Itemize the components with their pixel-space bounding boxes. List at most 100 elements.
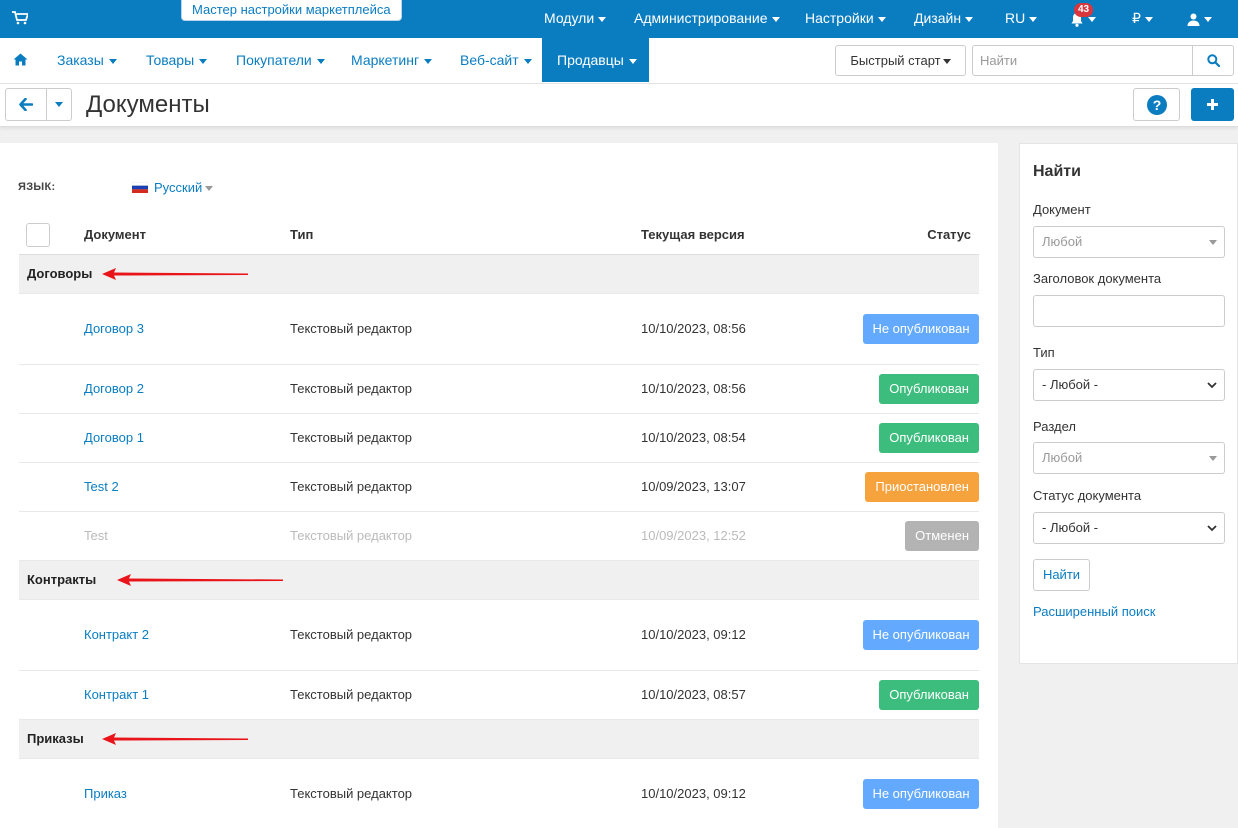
search-icon bbox=[1207, 54, 1220, 67]
status-badge[interactable]: Не опубликован bbox=[863, 313, 979, 344]
question-circle-icon: ? bbox=[1147, 95, 1167, 115]
status-badge[interactable]: Опубликован bbox=[879, 422, 979, 453]
nav-vendors[interactable]: Продавцы bbox=[542, 38, 649, 82]
caret-down-icon bbox=[965, 16, 974, 22]
nav-website[interactable]: Веб-сайт bbox=[460, 38, 532, 82]
nav-label: Покупатели bbox=[236, 52, 312, 68]
caret-down-icon bbox=[424, 58, 433, 64]
table-header-row: Документ Тип Текущая версия Статус bbox=[19, 216, 979, 255]
document-link[interactable]: Контракт 1 bbox=[84, 670, 290, 720]
menu-modules[interactable]: Модули bbox=[544, 0, 607, 38]
status-badge[interactable]: Не опубликован bbox=[863, 619, 979, 650]
user-icon bbox=[1187, 13, 1200, 26]
group-name: Приказы bbox=[27, 731, 84, 746]
type-filter-select[interactable]: - Любой - bbox=[1033, 369, 1225, 401]
marketplace-wizard-button[interactable]: Мастер настройки маркетплейса bbox=[181, 0, 402, 21]
sidebar-title: Найти bbox=[1033, 163, 1081, 180]
menu-label: Настройки bbox=[805, 10, 874, 26]
document-type: Текстовый редактор bbox=[290, 293, 641, 365]
col-document: Документ bbox=[84, 216, 290, 255]
document-version: 10/10/2023, 09:12 bbox=[641, 758, 841, 828]
row-spacer-cell bbox=[19, 670, 84, 720]
status-badge[interactable]: Приостановлен bbox=[865, 471, 979, 502]
document-link[interactable]: Договор 2 bbox=[84, 364, 290, 414]
status-badge[interactable]: Не опубликован bbox=[863, 778, 979, 809]
search-button[interactable] bbox=[1192, 45, 1234, 76]
heading-filter-input[interactable] bbox=[1033, 295, 1225, 327]
advanced-search-link[interactable]: Расширенный поиск bbox=[1033, 604, 1155, 619]
menu-label: Дизайн bbox=[914, 10, 962, 26]
document-link[interactable]: Контракт 2 bbox=[84, 599, 290, 671]
document-link[interactable]: Приказ bbox=[84, 758, 290, 828]
search-sidebar: Найти Документ Любой Заголовок документа… bbox=[1019, 143, 1238, 664]
document-link[interactable]: Договор 3 bbox=[84, 293, 290, 365]
document-type: Текстовый редактор bbox=[290, 670, 641, 720]
type-filter-value: - Любой - bbox=[1042, 377, 1099, 392]
row-spacer-cell bbox=[19, 462, 84, 512]
section-filter-select[interactable]: Любой bbox=[1033, 442, 1225, 474]
red-arrow-annotation-icon bbox=[102, 267, 248, 280]
back-button[interactable] bbox=[5, 88, 47, 121]
group-name: Контракты bbox=[27, 572, 97, 587]
home-icon[interactable] bbox=[13, 53, 28, 66]
document-version: 10/10/2023, 08:57 bbox=[641, 670, 841, 720]
status-cell: Не опубликован bbox=[841, 599, 979, 671]
nav-label: Заказы bbox=[57, 52, 104, 68]
document-type: Текстовый редактор bbox=[290, 364, 641, 414]
find-button[interactable]: Найти bbox=[1033, 559, 1090, 591]
chevron-down-icon bbox=[1207, 382, 1217, 389]
nav-marketing[interactable]: Маркетинг bbox=[351, 38, 433, 82]
document-version: 10/09/2023, 12:52 bbox=[641, 511, 841, 561]
menu-currency[interactable]: ₽ bbox=[1132, 0, 1153, 38]
status-badge[interactable]: Опубликован bbox=[879, 373, 979, 404]
menu-design[interactable]: Дизайн bbox=[914, 0, 974, 38]
caret-down-icon bbox=[1209, 456, 1217, 461]
red-arrow-annotation-icon bbox=[117, 573, 283, 586]
caret-down-icon bbox=[942, 59, 951, 65]
caret-down-icon bbox=[1029, 16, 1038, 22]
menu-user[interactable] bbox=[1187, 0, 1212, 38]
document-version: 10/10/2023, 08:54 bbox=[641, 413, 841, 463]
document-version: 10/09/2023, 13:07 bbox=[641, 462, 841, 512]
document-link[interactable]: Договор 1 bbox=[84, 413, 290, 463]
status-cell: Не опубликован bbox=[841, 758, 979, 828]
document-row: Контракт 1 Текстовый редактор 10/10/2023, … bbox=[19, 670, 979, 720]
status-badge[interactable]: Опубликован bbox=[879, 679, 979, 710]
nav-customers[interactable]: Покупатели bbox=[236, 38, 325, 82]
document-version: 10/10/2023, 08:56 bbox=[641, 293, 841, 365]
document-version: 10/10/2023, 08:56 bbox=[641, 364, 841, 414]
status-badge[interactable]: Отменен bbox=[905, 520, 979, 551]
quick-start-button[interactable]: Быстрый старт bbox=[835, 45, 966, 76]
caret-down-icon bbox=[523, 58, 532, 64]
caret-down-icon bbox=[598, 16, 607, 22]
document-link[interactable]: Test bbox=[84, 511, 290, 561]
row-spacer-cell bbox=[19, 364, 84, 414]
cart-icon[interactable] bbox=[12, 11, 28, 25]
document-row: Приказ Текстовый редактор 10/10/2023, 09:1… bbox=[19, 758, 979, 828]
status-filter-select[interactable]: - Любой - bbox=[1033, 512, 1225, 544]
row-spacer-cell bbox=[19, 758, 84, 828]
quick-start-label: Быстрый старт bbox=[850, 53, 941, 68]
menu-settings[interactable]: Настройки bbox=[805, 0, 886, 38]
col-status: Статус bbox=[841, 216, 979, 255]
red-arrow-annotation-icon bbox=[102, 732, 248, 745]
title-bar: Документы ? bbox=[0, 84, 1238, 127]
menu-administration[interactable]: Администрирование bbox=[634, 0, 780, 38]
search-input[interactable] bbox=[972, 45, 1193, 76]
menu-language[interactable]: RU bbox=[1005, 0, 1038, 38]
select-all-checkbox[interactable] bbox=[26, 222, 50, 247]
status-cell: Отменен bbox=[841, 511, 979, 561]
nav-products[interactable]: Товары bbox=[146, 38, 208, 82]
history-dropdown-button[interactable] bbox=[46, 88, 72, 121]
language-selector[interactable]: Русский bbox=[132, 180, 214, 195]
document-filter-select[interactable]: Любой bbox=[1033, 226, 1225, 258]
add-document-button[interactable] bbox=[1191, 88, 1234, 121]
document-link[interactable]: Test 2 bbox=[84, 462, 290, 512]
row-spacer-cell bbox=[19, 413, 84, 463]
nav-orders[interactable]: Заказы bbox=[57, 38, 117, 82]
nav-label: Товары bbox=[146, 52, 195, 68]
row-spacer-cell bbox=[19, 511, 84, 561]
help-button[interactable]: ? bbox=[1133, 88, 1180, 121]
menu-label: RU bbox=[1005, 10, 1026, 26]
chevron-down-icon bbox=[1207, 525, 1217, 532]
